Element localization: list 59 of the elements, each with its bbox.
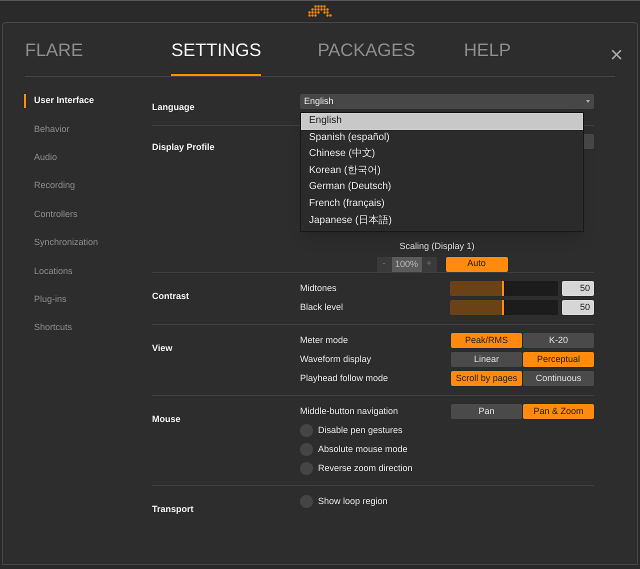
- sidebar-item[interactable]: Controllers: [24, 208, 152, 222]
- tab[interactable]: PACKAGES: [318, 37, 416, 76]
- section-label: Mouse: [152, 414, 181, 424]
- scaling-label: Scaling (Display 1): [399, 240, 475, 253]
- toggle-label: Disable pen gestures: [318, 424, 403, 437]
- setting-label: Midtones: [300, 282, 337, 295]
- segment-button[interactable]: Pan & Zoom: [523, 404, 594, 419]
- section-label: View: [152, 343, 172, 353]
- segment-button[interactable]: Scroll by pages: [451, 371, 522, 386]
- menu-item[interactable]: German (Deutsch): [301, 179, 583, 196]
- sidebar-item[interactable]: Locations: [24, 264, 152, 278]
- sidebar-item[interactable]: User Interface: [24, 94, 152, 108]
- sidebar-item[interactable]: Shortcuts: [24, 321, 152, 336]
- tab[interactable]: FLARE: [25, 37, 84, 76]
- segment-button[interactable]: Continuous: [523, 371, 594, 386]
- segment-button[interactable]: Pan: [451, 404, 522, 419]
- language-select[interactable]: English: [300, 94, 594, 109]
- segment-button[interactable]: Linear: [451, 352, 522, 367]
- segment-button[interactable]: Peak/RMS: [451, 333, 522, 348]
- menu-item[interactable]: French (français): [301, 196, 583, 213]
- toggle[interactable]: [300, 424, 313, 437]
- scale-field[interactable]: 100%: [392, 256, 422, 272]
- toggle[interactable]: [300, 462, 313, 475]
- sidebar-item[interactable]: Recording: [24, 179, 152, 194]
- slider-track[interactable]: [450, 281, 558, 296]
- section-label: Display Profile: [152, 142, 215, 152]
- close-button[interactable]: ×: [610, 44, 623, 66]
- menu-item[interactable]: Korean (한국어): [301, 162, 583, 180]
- auto-button[interactable]: Auto: [446, 256, 508, 272]
- sidebar-item[interactable]: Audio: [24, 150, 152, 165]
- setting-label: Meter mode: [300, 334, 348, 347]
- sidebar-item[interactable]: Synchronization: [24, 236, 152, 250]
- segment-button[interactable]: K-20: [523, 333, 594, 348]
- section-label: Language: [152, 102, 195, 112]
- setting-label: Waveform display: [300, 352, 372, 366]
- setting-label: Black level: [300, 300, 344, 314]
- caret-icon: [586, 100, 590, 103]
- menu-item[interactable]: Japanese (日本語): [301, 212, 583, 230]
- sidebar-item[interactable]: Plug-ins: [24, 292, 152, 307]
- toggle-label: Reverse zoom direction: [318, 462, 413, 475]
- tab[interactable]: SETTINGS: [171, 37, 262, 76]
- toggle[interactable]: [300, 443, 313, 456]
- tab[interactable]: HELP: [464, 37, 511, 76]
- section-label: Transport: [152, 504, 194, 514]
- menu-item[interactable]: English: [301, 113, 583, 130]
- setting-label: Middle-button navigation: [300, 404, 398, 418]
- setting-label: Playhead follow mode: [300, 372, 388, 385]
- segment-button[interactable]: Perceptual: [523, 352, 594, 367]
- menu-item[interactable]: Spanish (español): [301, 130, 583, 146]
- toggle-label: Show loop region: [318, 494, 388, 508]
- value-field[interactable]: 50: [562, 281, 594, 296]
- menu-item[interactable]: Chinese (中文): [301, 146, 583, 163]
- toggle-label: Absolute mouse mode: [318, 442, 408, 456]
- sidebar-item[interactable]: Behavior: [24, 122, 152, 136]
- toggle[interactable]: [300, 495, 313, 508]
- section-label: Contrast: [152, 291, 190, 301]
- value-field[interactable]: 50: [562, 300, 594, 315]
- slider-track[interactable]: [450, 300, 558, 315]
- logo-icon: [308, 5, 332, 18]
